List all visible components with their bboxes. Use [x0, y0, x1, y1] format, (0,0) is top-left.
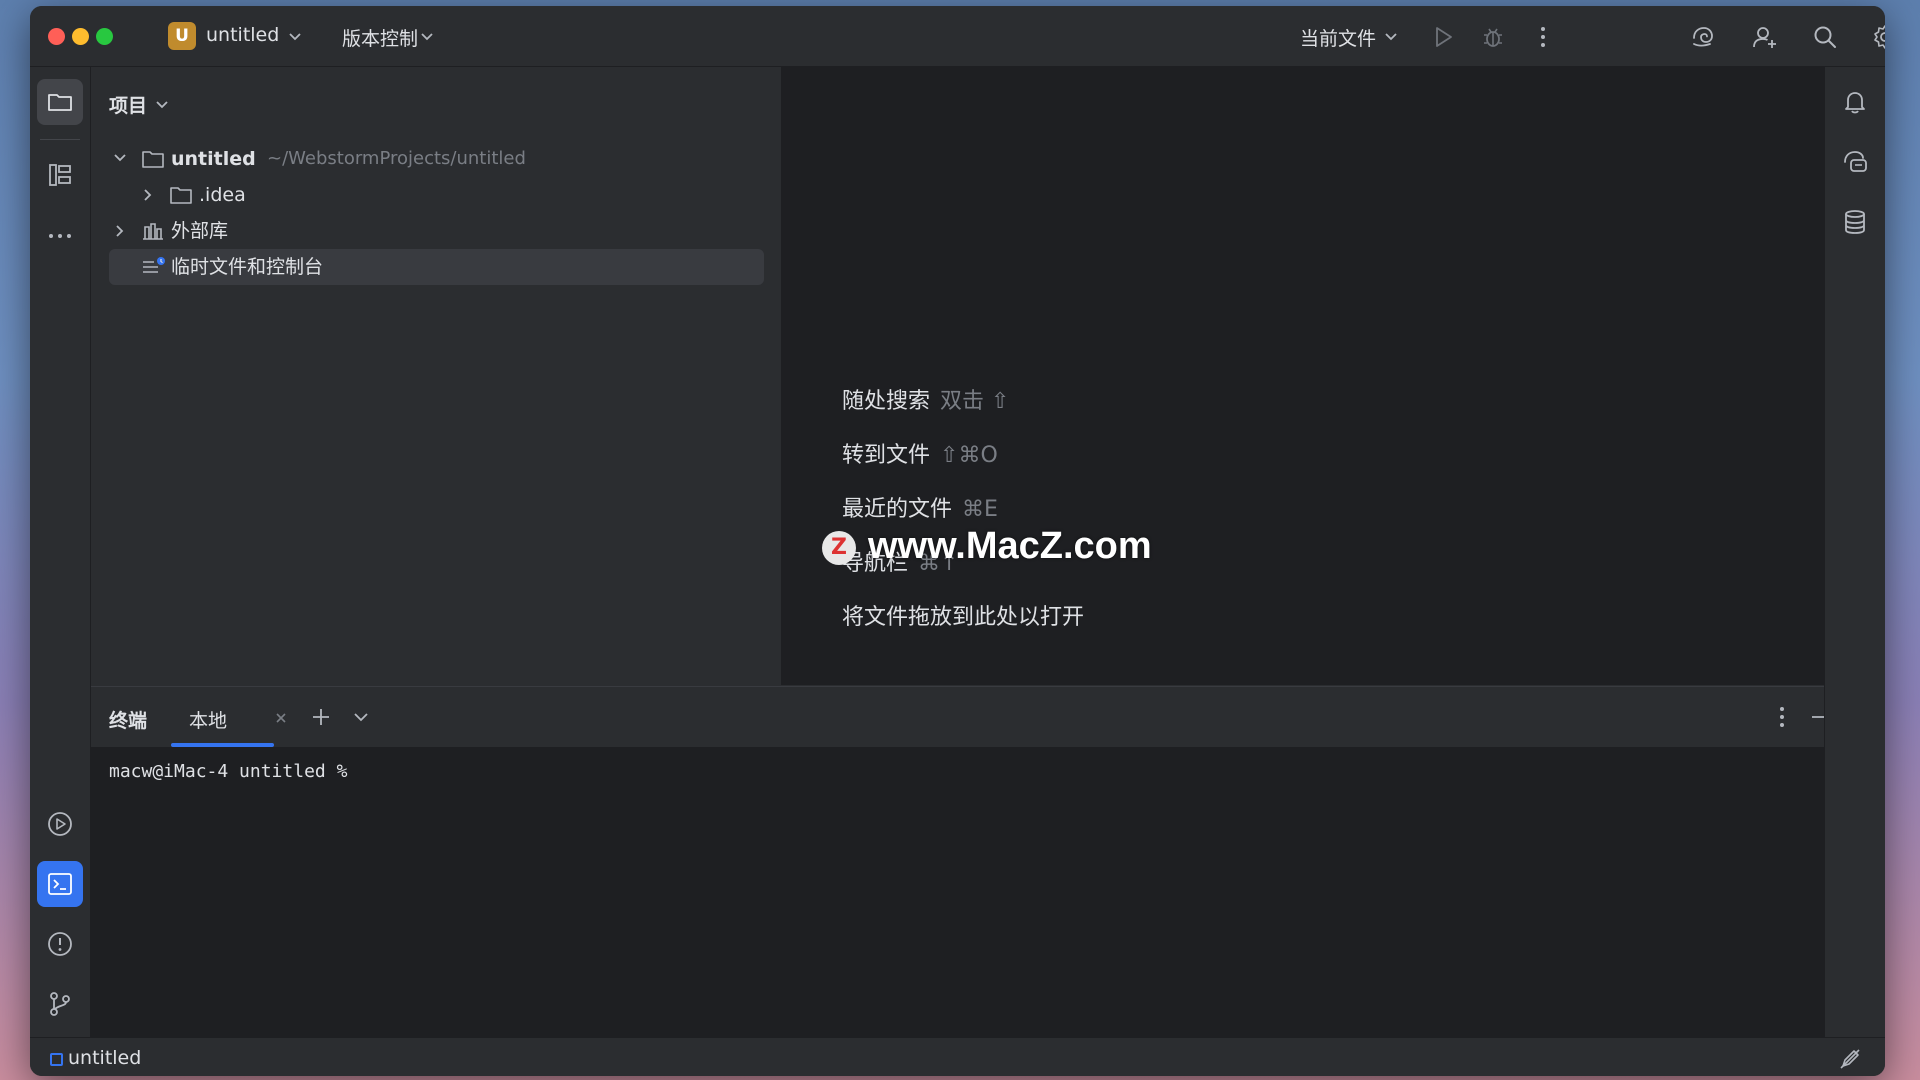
more-tools-button[interactable] [37, 213, 83, 259]
vcs-menu-label: 版本控制 [342, 28, 419, 50]
tree-item-label: 外部库 [171, 220, 229, 242]
structure-icon [49, 164, 71, 186]
title-bar: U untitled 版本控制 当前文件 [30, 6, 1885, 67]
new-tab-icon[interactable] [311, 707, 331, 727]
notifications-bell-icon [1845, 92, 1865, 114]
ide-window: U untitled 版本控制 当前文件 项目 untitled ~/Webst… [30, 6, 1885, 1076]
structure-tool-button[interactable] [37, 152, 83, 198]
ai-chat-button[interactable] [1832, 139, 1878, 185]
more-icon [49, 234, 71, 238]
project-tool-button[interactable] [37, 79, 83, 125]
chevron-down-icon [156, 101, 168, 109]
problems-tool-button[interactable] [37, 921, 83, 967]
tab-local[interactable]: 本地 [189, 706, 227, 733]
chevron-down-icon[interactable] [353, 712, 369, 722]
run-icon [48, 812, 72, 836]
hint-drop-files: 将文件拖放到此处以打开 [842, 599, 1084, 631]
git-branch-icon [50, 992, 70, 1016]
editor-area[interactable]: 随处搜索 双击 ⇧ 转到文件 ⇧⌘O 最近的文件 ⌘E 导航栏 ⌘↑ 将文件拖放到此处以… [782, 67, 1824, 685]
tree-item-label: untitled [171, 148, 256, 170]
library-icon [143, 223, 163, 240]
hint-recent-files: 最近的文件 ⌘E [842, 491, 998, 523]
chevron-right-icon [144, 189, 152, 201]
edit-off-icon[interactable] [1839, 1048, 1861, 1070]
add-user-icon[interactable] [1752, 24, 1778, 50]
hint-shortcut: 双击 ⇧ [940, 389, 1010, 414]
folder-icon [48, 94, 72, 111]
more-options-icon[interactable] [1778, 705, 1786, 729]
search-icon[interactable] [1812, 24, 1838, 50]
tree-item-idea[interactable]: .idea [109, 177, 764, 213]
folder-icon [170, 187, 192, 204]
terminal-title: 终端 [109, 710, 148, 732]
database-button[interactable] [1832, 199, 1878, 245]
scratches-icon [143, 257, 165, 273]
hint-shortcut: ⌘E [962, 497, 998, 522]
chevron-down-icon [1385, 33, 1397, 41]
watermark-logo: Z [822, 531, 856, 565]
right-tool-strip [1824, 67, 1885, 1037]
run-tool-button[interactable] [37, 801, 83, 847]
debug-icon[interactable] [1480, 24, 1506, 50]
hint-label: 转到文件 [842, 443, 931, 468]
close-tab-icon[interactable] [275, 712, 287, 724]
more-actions-icon[interactable] [1530, 24, 1556, 50]
terminal-icon [48, 873, 72, 895]
tree-item-path: ~/WebstormProjects/untitled [267, 148, 526, 169]
settings-gear-icon[interactable] [1872, 24, 1885, 50]
terminal-panel: 终端 本地 macw@iMac-4 untitled % [91, 686, 1832, 1037]
project-status-icon [50, 1053, 63, 1066]
active-tab-indicator [171, 743, 274, 747]
tree-item-untitled[interactable]: untitled ~/WebstormProjects/untitled [109, 141, 764, 177]
left-tool-strip [30, 67, 91, 1037]
terminal-tab-bar: 终端 本地 [91, 687, 1832, 747]
run-icon[interactable] [1430, 24, 1456, 50]
database-icon [1845, 210, 1865, 234]
tree-item-external-libraries[interactable]: 外部库 [109, 213, 764, 249]
tree-item-scratches[interactable]: 临时文件和控制台 [109, 249, 764, 285]
chevron-down-icon [421, 33, 433, 41]
hint-label: 将文件拖放到此处以打开 [842, 605, 1085, 630]
tree-item-label: .idea [199, 184, 246, 206]
minimize-window-button[interactable] [72, 28, 89, 45]
chevron-down-icon [114, 154, 126, 162]
status-bar: untitled [30, 1037, 1885, 1076]
ai-chat-icon [1844, 151, 1867, 172]
panel-title: 项目 [109, 95, 148, 117]
chevron-right-icon [116, 225, 124, 237]
notifications-button[interactable] [1832, 79, 1878, 125]
hint-label: 随处搜索 [842, 389, 931, 414]
project-panel: 项目 untitled ~/WebstormProjects/untitled … [91, 67, 782, 685]
watermark-text: www.MacZ.com [868, 525, 1152, 567]
hint-shortcut: ⇧⌘O [940, 443, 998, 468]
project-name: untitled [206, 24, 280, 46]
zoom-window-button[interactable] [96, 28, 113, 45]
terminal-prompt[interactable]: macw@iMac-4 untitled % [109, 761, 347, 782]
strip-divider [40, 139, 80, 140]
terminal-tool-button[interactable] [37, 861, 83, 907]
tree-item-label: 临时文件和控制台 [171, 256, 324, 278]
close-window-button[interactable] [48, 28, 65, 45]
git-tool-button[interactable] [37, 981, 83, 1027]
problems-icon [48, 932, 72, 956]
status-project-name[interactable]: untitled [68, 1047, 141, 1069]
hint-go-to-file: 转到文件 ⇧⌘O [842, 437, 998, 469]
ai-assistant-icon[interactable] [1690, 24, 1716, 50]
chevron-down-icon [289, 33, 301, 41]
hint-label: 最近的文件 [842, 497, 953, 522]
folder-icon [142, 151, 164, 168]
run-config-label: 当前文件 [1300, 28, 1377, 50]
project-badge: U [168, 22, 196, 50]
hint-search-everywhere: 随处搜索 双击 ⇧ [842, 383, 1009, 415]
